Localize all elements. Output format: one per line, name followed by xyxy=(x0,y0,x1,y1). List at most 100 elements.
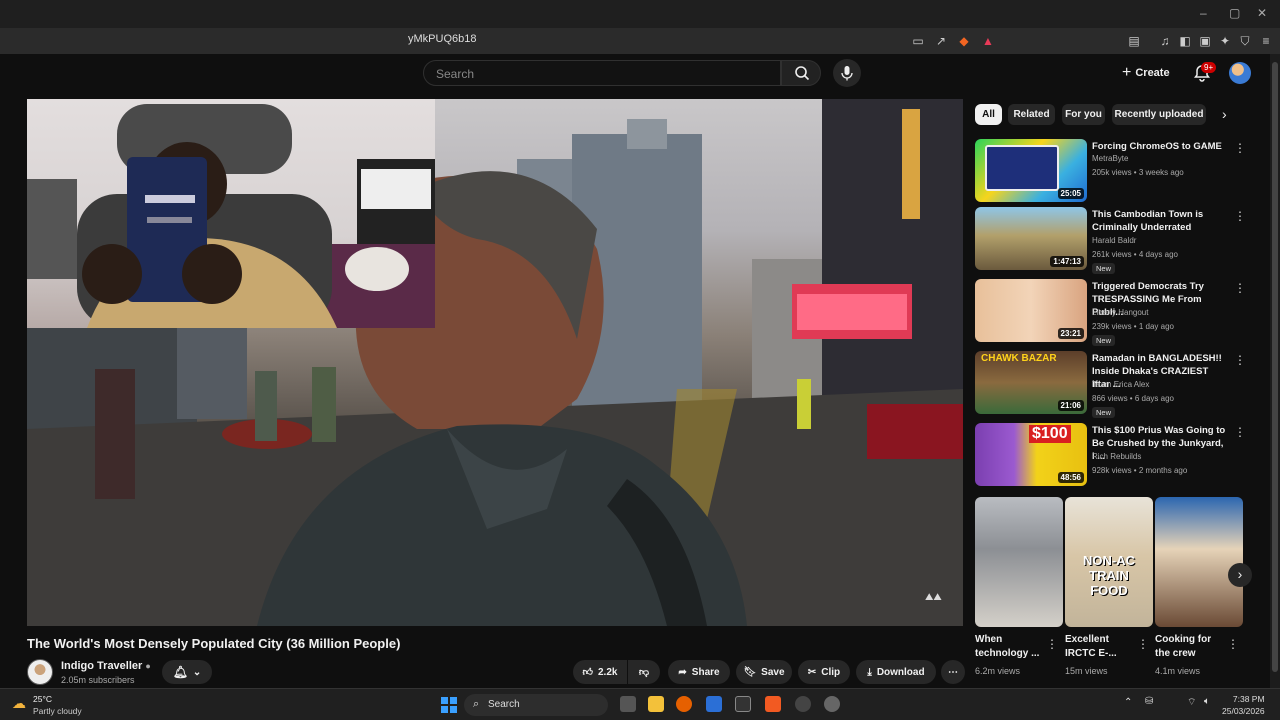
app-icon[interactable] xyxy=(795,696,811,712)
short-title[interactable]: Cooking for the crew xyxy=(1155,633,1227,661)
download-button[interactable]: ⤓ Download xyxy=(856,660,936,684)
new-badge: New xyxy=(1092,335,1116,346)
more-options-icon[interactable]: ⋮ xyxy=(1234,353,1246,367)
like-count: 2.2k xyxy=(597,666,618,678)
recommendation-item[interactable]: $100 48:56 This $100 Prius Was Going to … xyxy=(975,423,1265,489)
menu-icon[interactable]: ≡ xyxy=(1258,33,1274,49)
video-player[interactable]: ⛰⛰ xyxy=(27,99,963,626)
taskbar-search[interactable]: ⌕ Search xyxy=(464,694,608,716)
chevron-right-icon[interactable]: › xyxy=(1222,106,1227,122)
media-icon[interactable]: ♫ xyxy=(1157,33,1173,49)
channel-avatar[interactable] xyxy=(27,659,53,685)
network-icon[interactable]: ⌔ xyxy=(1187,696,1196,709)
maximize-icon[interactable]: ▢ xyxy=(1229,6,1240,20)
clip-button[interactable]: ✂ Clip xyxy=(798,660,850,684)
channel-watermark: ⛰⛰ xyxy=(925,592,942,603)
channel-name-text: Indigo Traveller xyxy=(61,660,143,672)
short-title[interactable]: When technology ... xyxy=(975,633,1047,661)
weather-icon[interactable]: ☁ xyxy=(12,695,26,712)
tray-icon[interactable]: ⛁ xyxy=(1145,696,1153,707)
task-view-icon[interactable] xyxy=(620,696,636,712)
plus-icon: + xyxy=(1122,64,1132,81)
bell-icon: 🔔︎ xyxy=(172,665,188,679)
brave-shields-icon[interactable]: ◆ xyxy=(956,33,972,49)
search-button[interactable] xyxy=(781,60,821,86)
obs-icon[interactable] xyxy=(824,696,840,712)
more-icon: ⋯ xyxy=(948,666,958,678)
more-options-icon[interactable]: ⋮ xyxy=(1234,281,1246,295)
more-options-icon[interactable]: ⋮ xyxy=(1234,425,1246,439)
recommendation-meta: 928k views • 2 months ago xyxy=(1092,466,1188,475)
recommendation-item[interactable]: 23:21 Triggered Democrats Try TRESPASSIN… xyxy=(975,279,1265,346)
scrollbar-thumb[interactable] xyxy=(1272,62,1278,672)
recommendation-meta: 261k views • 4 days ago xyxy=(1092,250,1178,259)
duration-badge: 48:56 xyxy=(1057,472,1084,483)
channel-name[interactable]: Indigo Traveller ● xyxy=(61,660,151,672)
voice-search-button[interactable] xyxy=(833,59,861,87)
share-page-icon[interactable]: ↗ xyxy=(933,33,949,49)
save-button[interactable]: 🔖︎ Save xyxy=(736,660,792,684)
brave-taskbar-icon[interactable] xyxy=(765,696,781,712)
sidebar-icon[interactable]: ◧ xyxy=(1177,33,1193,49)
recommendation-meta: 205k views • 3 weeks ago xyxy=(1092,168,1184,177)
thumbnail-text: $100 xyxy=(1029,425,1071,443)
terminal-icon[interactable] xyxy=(735,696,751,712)
short-thumbnail[interactable]: NON-AC TRAIN FOOD xyxy=(1065,497,1153,627)
brave-rewards-icon[interactable]: ▲ xyxy=(980,33,996,49)
chip-related[interactable]: Related xyxy=(1008,104,1055,125)
chip-for-you[interactable]: For you xyxy=(1062,104,1105,125)
dislike-button[interactable]: 👎︎ xyxy=(628,660,660,684)
file-explorer-icon[interactable] xyxy=(648,696,664,712)
subscribe-bell-button[interactable]: 🔔︎ ⌄ xyxy=(162,660,212,684)
start-button[interactable] xyxy=(441,697,457,713)
clip-label: Clip xyxy=(821,666,841,678)
shorts-next-button[interactable]: › xyxy=(1228,563,1252,587)
vpn-icon[interactable]: ⛉ xyxy=(1237,33,1253,49)
chevron-up-icon[interactable]: ⌃ xyxy=(1124,697,1132,708)
more-options-icon[interactable]: ⋮ xyxy=(1234,141,1246,155)
chip-recently-uploaded[interactable]: Recently uploaded xyxy=(1112,104,1206,125)
thumbs-up-icon: 👍︎ xyxy=(582,667,593,678)
recommendation-title: This Cambodian Town is Criminally Underr… xyxy=(1092,209,1204,233)
wallet-icon[interactable]: ▣ xyxy=(1197,33,1213,49)
video-thumbnail: CHAWK BAZAR 21:06 xyxy=(975,351,1087,414)
taskbar-search-label: Search xyxy=(488,699,520,710)
recommendation-channel: Team Erica Alex xyxy=(1092,380,1150,389)
duration-badge: 1:47:13 xyxy=(1050,256,1084,267)
system-clock[interactable]: 7:38 PM 25/03/2026 xyxy=(1222,693,1265,717)
video-thumbnail: $100 48:56 xyxy=(975,423,1087,486)
page-scrollbar[interactable] xyxy=(1270,54,1280,688)
chip-all[interactable]: All xyxy=(975,104,1002,125)
download-label: Download xyxy=(876,666,925,678)
account-avatar[interactable] xyxy=(1229,62,1251,84)
short-title[interactable]: Excellent IRCTC E-... xyxy=(1065,633,1137,661)
store-icon[interactable] xyxy=(706,696,722,712)
recommendation-item[interactable]: 1:47:13 This Cambodian Town is Criminall… xyxy=(975,207,1265,274)
search-input[interactable]: Search xyxy=(423,60,781,86)
more-options-icon[interactable]: ⋮ xyxy=(1137,637,1149,651)
volume-icon[interactable]: 🔈︎ xyxy=(1204,696,1210,707)
leo-ai-icon[interactable]: ✦ xyxy=(1217,33,1233,49)
like-button[interactable]: 👍︎ 2.2k xyxy=(573,660,627,684)
close-icon[interactable]: ✕ xyxy=(1257,6,1267,20)
recommendation-channel: Harald Baldr xyxy=(1092,236,1137,245)
more-options-icon[interactable]: ⋮ xyxy=(1046,637,1058,651)
more-actions-button[interactable]: ⋯ xyxy=(941,660,965,684)
create-button[interactable]: + Create xyxy=(1122,62,1170,84)
cast-icon[interactable]: ▭ xyxy=(910,33,926,49)
address-bar-text[interactable]: yMkPUQ6b18 xyxy=(408,33,476,45)
recommendation-item[interactable]: 25:05 Forcing ChromeOS to GAME MetraByte… xyxy=(975,139,1265,205)
minimize-icon[interactable]: – xyxy=(1200,6,1207,20)
share-icon: ➦ xyxy=(678,666,687,678)
recommendation-item[interactable]: CHAWK BAZAR 21:06 Ramadan in BANGLADESH!… xyxy=(975,351,1265,418)
share-label: Share xyxy=(691,666,720,678)
clock-date: 25/03/2026 xyxy=(1222,706,1265,716)
firefox-icon[interactable] xyxy=(676,696,692,712)
more-options-icon[interactable]: ⋮ xyxy=(1234,209,1246,223)
short-thumbnail[interactable] xyxy=(1155,497,1243,627)
short-thumbnail[interactable] xyxy=(975,497,1063,627)
reader-icon[interactable]: ▤ xyxy=(1126,33,1142,49)
short-views: 4.1m views xyxy=(1155,666,1201,676)
share-button[interactable]: ➦ Share xyxy=(668,660,730,684)
more-options-icon[interactable]: ⋮ xyxy=(1227,637,1239,651)
